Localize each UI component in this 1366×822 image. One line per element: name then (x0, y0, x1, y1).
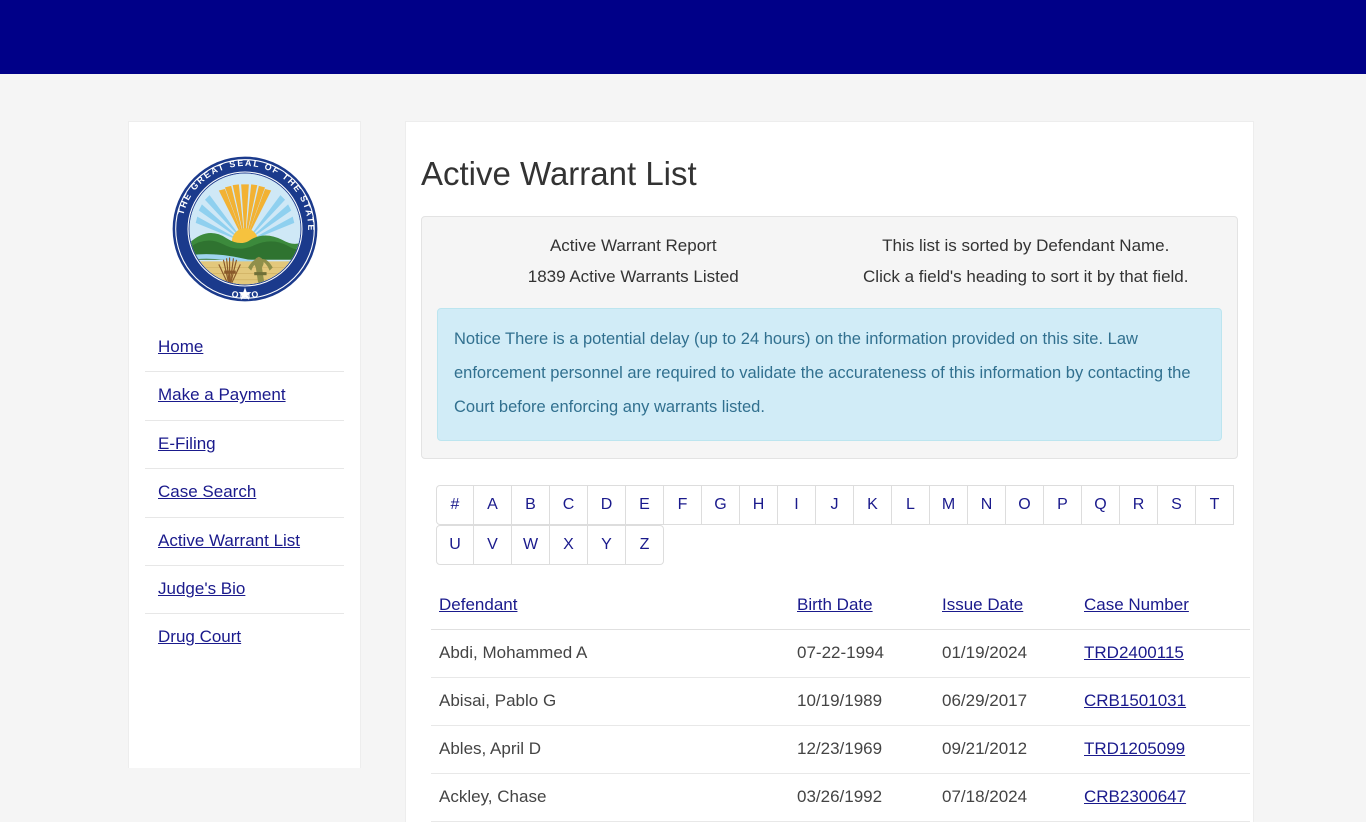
cell-issue-date: 01/19/2024 (934, 629, 1076, 679)
pager-item-i[interactable]: I (778, 485, 816, 526)
cell-case-number[interactable]: TRD1205099 (1076, 725, 1250, 775)
sidebar-item-judges-bio[interactable]: Judge's Bio (145, 566, 344, 615)
cell-birth-date: 10/19/1989 (789, 677, 934, 727)
main-content: Active Warrant List Active Warrant Repor… (405, 121, 1254, 822)
pager-item-c[interactable]: C (550, 485, 588, 526)
sidebar-item-case-search[interactable]: Case Search (145, 469, 344, 518)
sidebar-item-label[interactable]: E-Filing (158, 434, 216, 453)
column-header-case-number[interactable]: Case Number (1076, 587, 1250, 631)
delay-notice-alert: Notice There is a potential delay (up to… (437, 307, 1222, 442)
table-header-row: Defendant Birth Date Issue Date Case Num… (431, 587, 1250, 631)
sidebar-item-label[interactable]: Drug Court (158, 627, 241, 646)
case-number-link[interactable]: TRD2400115 (1084, 643, 1184, 662)
pager-item-n[interactable]: N (968, 485, 1006, 526)
sort-link-case-number[interactable]: Case Number (1084, 595, 1189, 614)
pager-item-hash[interactable]: # (436, 485, 474, 526)
sidebar-item-label[interactable]: Judge's Bio (158, 579, 245, 598)
pager-item-r[interactable]: R (1120, 485, 1158, 526)
pager-item-g[interactable]: G (702, 485, 740, 526)
sort-notice: This list is sorted by Defendant Name. (882, 236, 1170, 256)
table-row: Ackley, Chase 03/26/1992 07/18/2024 CRB2… (431, 773, 1250, 822)
sidebar-item-active-warrant-list[interactable]: Active Warrant List (145, 518, 344, 566)
sidebar-item-label[interactable]: Active Warrant List (158, 531, 300, 550)
case-number-link[interactable]: TRD1205099 (1084, 739, 1185, 758)
case-number-link[interactable]: CRB1501031 (1084, 691, 1186, 710)
cell-defendant: Abisai, Pablo G (431, 677, 789, 727)
cell-defendant: Ackley, Chase (431, 773, 789, 822)
report-name: Active Warrant Report (549, 236, 717, 256)
pager-item-l[interactable]: L (892, 485, 930, 526)
pager-item-s[interactable]: S (1158, 485, 1196, 526)
alphabet-row-1: # A B C D E F G H I J K L M N O P Q R S … (436, 485, 1234, 526)
cell-defendant: Ables, April D (431, 725, 789, 775)
pager-item-e[interactable]: E (626, 485, 664, 526)
pager-item-w[interactable]: W (512, 525, 550, 566)
cell-case-number[interactable]: TRD2400115 (1076, 629, 1250, 679)
pager-item-u[interactable]: U (436, 525, 474, 566)
cell-case-number[interactable]: CRB1501031 (1076, 677, 1250, 727)
top-navy-bar (0, 0, 1366, 74)
cell-defendant: Abdi, Mohammed A (431, 629, 789, 679)
report-summary-right: This list is sorted by Defendant Name. C… (830, 231, 1223, 292)
pager-item-v[interactable]: V (474, 525, 512, 566)
table-row: Abdi, Mohammed A 07-22-1994 01/19/2024 T… (431, 629, 1250, 679)
report-summary-left: Active Warrant Report 1839 Active Warran… (437, 231, 830, 292)
ohio-state-seal-icon: THE GREAT SEAL OF THE STATE OF OHIO (168, 152, 319, 303)
table-row: Ables, April D 12/23/1969 09/21/2012 TRD… (431, 725, 1250, 775)
alphabet-pagination: # A B C D E F G H I J K L M N O P Q R S … (421, 485, 1238, 587)
sidebar-item-label[interactable]: Make a Payment (158, 385, 286, 404)
sort-instruction: Click a field's heading to sort it by th… (863, 266, 1189, 286)
sort-link-birth-date[interactable]: Birth Date (797, 595, 873, 614)
cell-birth-date: 03/26/1992 (789, 773, 934, 822)
seal-container: THE GREAT SEAL OF THE STATE OF OHIO (145, 122, 344, 324)
sort-link-defendant[interactable]: Defendant (439, 595, 517, 614)
cell-case-number[interactable]: CRB2300647 (1076, 773, 1250, 822)
cell-birth-date: 12/23/1969 (789, 725, 934, 775)
case-number-link[interactable]: CRB2300647 (1084, 787, 1186, 806)
alphabet-row-2: U V W X Y Z (436, 525, 664, 566)
cell-birth-date: 07-22-1994 (789, 629, 934, 679)
pager-item-z[interactable]: Z (626, 525, 664, 566)
column-header-issue-date[interactable]: Issue Date (934, 587, 1076, 631)
sidebar-item-make-a-payment[interactable]: Make a Payment (145, 372, 344, 421)
warrant-table: Defendant Birth Date Issue Date Case Num… (431, 587, 1250, 822)
pager-item-q[interactable]: Q (1082, 485, 1120, 526)
pager-item-m[interactable]: M (930, 485, 968, 526)
pager-item-b[interactable]: B (512, 485, 550, 526)
report-info-panel: Active Warrant Report 1839 Active Warran… (421, 216, 1238, 460)
cell-issue-date: 07/18/2024 (934, 773, 1076, 822)
sidebar-item-home[interactable]: Home (145, 324, 344, 373)
pager-item-d[interactable]: D (588, 485, 626, 526)
page-title: Active Warrant List (421, 155, 697, 192)
pager-item-f[interactable]: F (664, 485, 702, 526)
warrant-count: 1839 Active Warrants Listed (527, 266, 739, 286)
sidebar: THE GREAT SEAL OF THE STATE OF OHIO Home… (128, 121, 361, 768)
sort-link-issue-date[interactable]: Issue Date (942, 595, 1023, 614)
sidebar-nav: Home Make a Payment E-Filing Case Search… (145, 324, 344, 662)
sidebar-item-label[interactable]: Home (158, 337, 203, 356)
cell-issue-date: 06/29/2017 (934, 677, 1076, 727)
pager-item-h[interactable]: H (740, 485, 778, 526)
sidebar-item-label[interactable]: Case Search (158, 482, 256, 501)
pager-item-a[interactable]: A (474, 485, 512, 526)
pager-item-y[interactable]: Y (588, 525, 626, 566)
table-row: Abisai, Pablo G 10/19/1989 06/29/2017 CR… (431, 677, 1250, 727)
sidebar-item-drug-court[interactable]: Drug Court (145, 614, 344, 661)
page-body: THE GREAT SEAL OF THE STATE OF OHIO Home… (0, 74, 1366, 822)
pager-item-x[interactable]: X (550, 525, 588, 566)
cell-issue-date: 09/21/2012 (934, 725, 1076, 775)
pager-item-p[interactable]: P (1044, 485, 1082, 526)
column-header-birth-date[interactable]: Birth Date (789, 587, 934, 631)
pager-item-t[interactable]: T (1196, 485, 1234, 526)
sidebar-item-e-filing[interactable]: E-Filing (145, 421, 344, 470)
pager-item-o[interactable]: O (1006, 485, 1044, 526)
pager-item-k[interactable]: K (854, 485, 892, 526)
column-header-defendant[interactable]: Defendant (431, 587, 789, 631)
pager-item-j[interactable]: J (816, 485, 854, 526)
